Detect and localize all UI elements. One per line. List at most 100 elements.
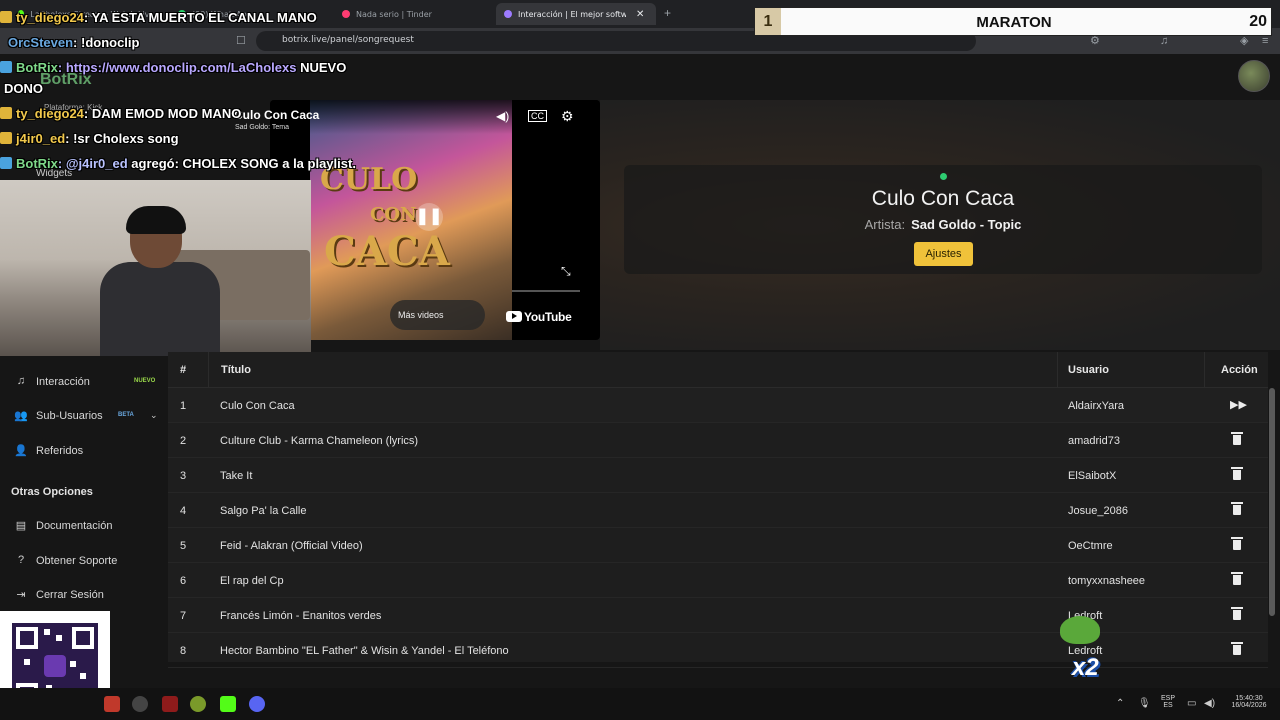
user-avatar[interactable] [1238,60,1270,92]
chat-text: : !sr Cholexs song [65,131,179,146]
trash-icon[interactable] [1230,502,1244,516]
pause-icon[interactable]: ❚❚ [415,203,443,231]
bookmark-icon[interactable]: ☐ [236,35,246,47]
gear-icon[interactable]: ⚙ [561,108,574,125]
column-divider [1204,352,1205,388]
clock[interactable]: 15:40:30 16/04/2026 [1222,695,1276,709]
more-videos-label: Más videos [398,310,444,320]
language-bottom: ES [1163,702,1173,709]
maraton-title: MARATON [976,14,1052,31]
streamer-hair [126,206,186,234]
player-top-gradient [270,100,600,134]
app-icon-red[interactable] [104,696,120,712]
sidebar-item-label: Interacción [36,376,90,388]
trash-icon[interactable] [1230,432,1244,446]
network-icon[interactable]: ▭ [1187,698,1196,709]
table-row[interactable]: 6 El rap del Cp tomyxxnasheee [168,563,1268,598]
microphone-icon[interactable]: 🎙 [1138,698,1151,709]
column-divider [208,352,209,388]
row-num: 2 [180,435,187,447]
row-num: 7 [180,610,187,622]
more-videos-button[interactable]: Más videos [390,300,485,330]
table-header: # Título Usuario Acción [168,352,1268,388]
table-row[interactable]: 5 Feid - Alakran (Official Video) OeCtmr… [168,528,1268,563]
maraton-position: 1 [755,8,781,35]
tab-interaccion[interactable]: Interacción | El mejor software para str… [496,3,656,25]
youtube-brand: YouTube [524,310,572,324]
table-row[interactable]: 1 Culo Con Caca AldairxYara ▶▶ [168,388,1268,423]
progress-bar[interactable] [512,290,580,292]
chat-message: DONO [0,81,43,96]
chevron-up-icon[interactable]: ⌃ [1116,698,1124,709]
chat-message: OrcSteven: !donoclip [0,35,139,50]
sidebar-item-soporte[interactable]: ? Obtener Soporte [0,549,168,573]
chat-text: : YA ESTA MUERTO EL CANAL MANO [83,10,317,25]
app-icon-green[interactable] [190,696,206,712]
chat-user: BotRix [16,60,58,75]
other-options-heading: Otras Opciones [11,486,93,498]
player-channel[interactable]: Sad Goldo: Tema [235,124,289,131]
close-tab-icon[interactable]: ✕ [636,9,644,20]
table-row[interactable]: 2 Culture Club - Karma Chameleon (lyrics… [168,423,1268,458]
media-icon[interactable]: ♫ [1160,35,1168,47]
artist-label: Artista: [864,217,906,232]
row-num: 8 [180,645,187,657]
chat-message: BotRix: @j4ir0_ed agregó: CHOLEX SONG a … [0,156,356,171]
chat-link: : https://www.donoclip.com/LaCholexs [57,60,297,75]
chat-message: ty_diego24: DAM EMOD MOD MANO [0,106,241,121]
sidebar-item-cerrar-sesion[interactable]: ⇥ Cerrar Sesión [0,583,168,607]
url-text: botrix.live/panel/songrequest [282,35,414,45]
sidebar-item-interaccion[interactable]: ♫ Interacción NUEVO [0,370,168,394]
language-indicator[interactable]: ESP ES [1158,695,1178,709]
obs-icon[interactable] [132,696,148,712]
shield-icon[interactable]: ◈ [1240,35,1248,47]
player-title[interactable]: Culo Con Caca [234,108,319,122]
table-row[interactable]: 4 Salgo Pa' la Calle Josue_2086 [168,493,1268,528]
ajustes-button[interactable]: Ajustes [914,242,973,266]
sticker-multiplier: x2 [1072,654,1099,681]
beta-badge: BETA [118,412,134,418]
chat-text-tail: NUEVO [296,60,347,75]
skip-icon[interactable]: ▶▶ [1230,398,1247,411]
chat-message: j4ir0_ed: !sr Cholexs song [0,131,179,146]
trash-icon[interactable] [1230,642,1244,656]
row-user: amadrid73 [1068,435,1120,447]
kick-app-icon[interactable] [220,696,236,712]
youtube-logo[interactable]: YouTube [506,310,572,324]
new-tab-icon[interactable]: + [664,6,671,20]
chevron-down-icon[interactable]: ⌄ [150,410,158,421]
trash-icon[interactable] [1230,607,1244,621]
fullscreen-icon[interactable]: ⤡ [561,264,571,279]
document-icon: ▤ [15,520,27,532]
volume-tray-icon[interactable]: ◀) [1204,698,1215,709]
row-user: ElSaibotX [1068,470,1117,482]
tab-tinder[interactable]: Nada serio | Tinder [334,3,494,25]
chat-user: OrcSteven [8,35,74,50]
sidebar-item-sub-usuarios[interactable]: 👥 Sub-Usuarios BETA ⌄ [0,404,168,428]
chat-text: : DAM EMOD MOD MANO [83,106,242,121]
app-icon-k[interactable] [162,696,178,712]
captions-icon[interactable]: CC [528,110,547,122]
menu-icon[interactable]: ≡ [1262,35,1268,47]
bot-icon [0,157,12,169]
extensions-icon[interactable]: ⚙ [1090,35,1100,47]
sidebar-item-documentacion[interactable]: ▤ Documentación [0,514,168,538]
chat-user: ty_diego24 [16,10,84,25]
crown-icon [0,132,12,144]
trash-icon[interactable] [1230,537,1244,551]
table-row[interactable]: 3 Take It ElSaibotX [168,458,1268,493]
artist-name: Sad Goldo - Topic [911,217,1022,232]
trash-icon[interactable] [1230,467,1244,481]
discord-icon[interactable] [249,696,265,712]
row-num: 3 [180,470,187,482]
crown-icon [0,11,12,23]
sidebar-item-referidos[interactable]: 👤 Referidos [0,439,168,463]
scrollbar[interactable] [1269,388,1275,616]
trash-icon[interactable] [1230,572,1244,586]
chat-user: BotRix [16,156,58,171]
header-action: Acción [1221,364,1258,376]
taskbar: ⌃ 🎙 ESP ES ▭ ◀) 15:40:30 16/04/2026 [0,688,1280,720]
tab-label: Nada serio | Tinder [356,9,432,19]
volume-icon[interactable]: ◀) [496,109,509,123]
youtube-play-icon [506,311,522,322]
